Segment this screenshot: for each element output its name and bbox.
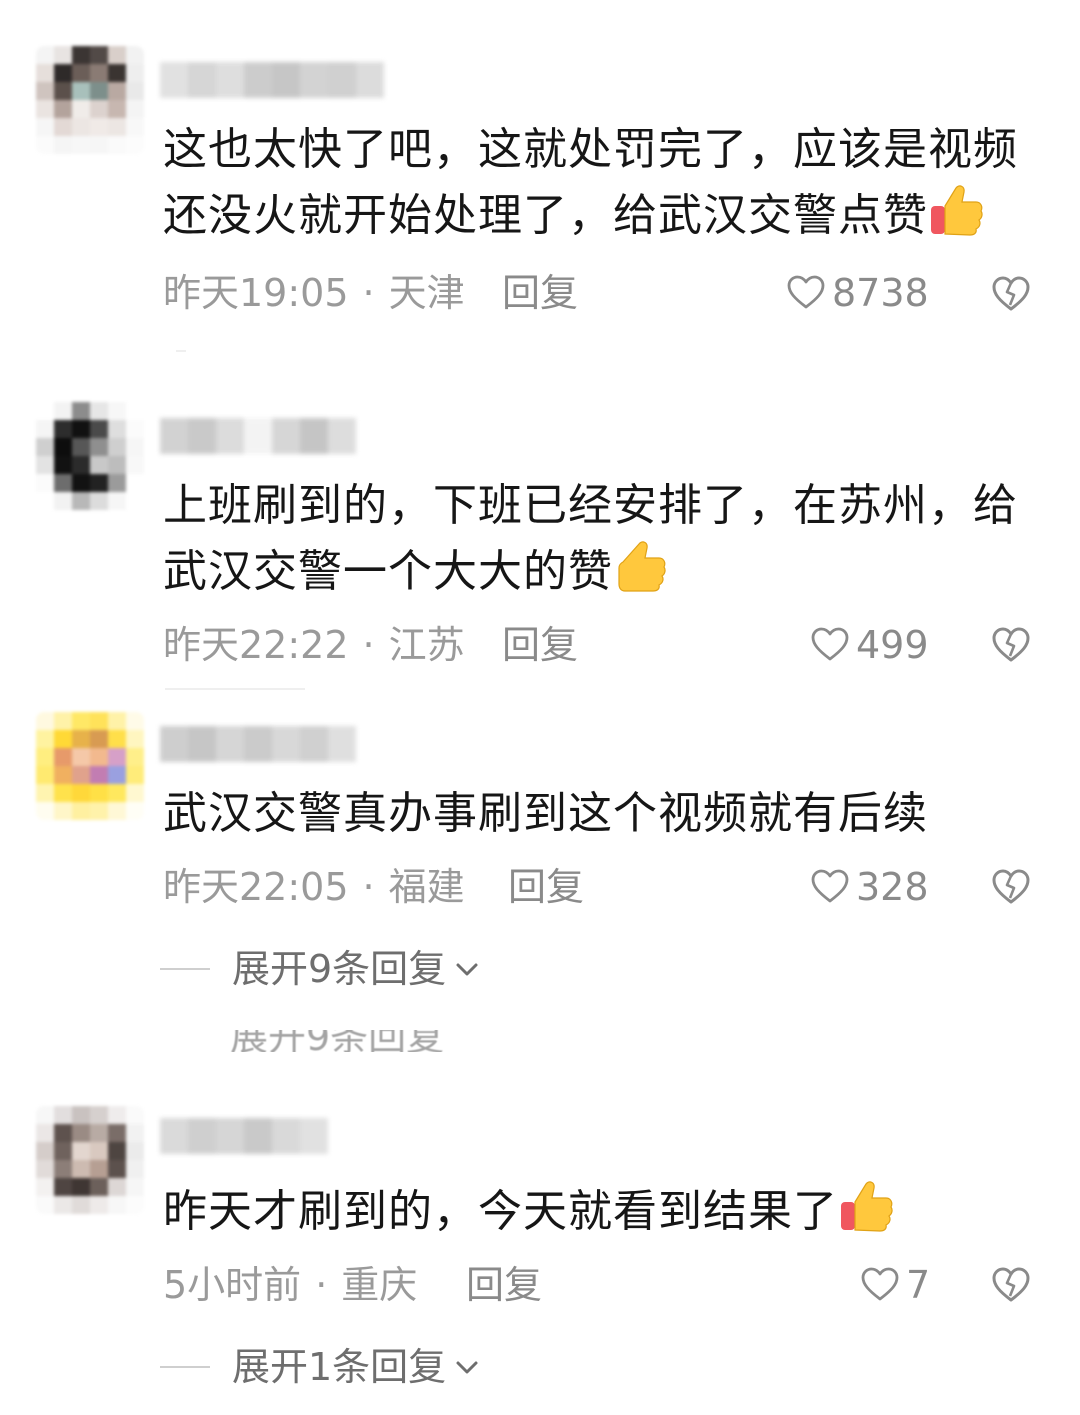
like-count: 7 <box>906 1263 931 1307</box>
divider <box>165 688 305 690</box>
username-blurred[interactable] <box>160 1118 328 1154</box>
username-blurred[interactable] <box>160 418 356 454</box>
chevron-down-icon <box>456 963 478 976</box>
divider <box>176 350 186 352</box>
comment-text: 这也太快了吧，这就处罚完了，应该是视频还没火就开始处理了，给武汉交警点赞 <box>163 124 1018 241</box>
avatar[interactable] <box>36 46 144 154</box>
thumbs-up-icon <box>613 538 669 594</box>
like-count: 8738 <box>832 271 929 315</box>
comment-location: 江苏 <box>388 623 465 667</box>
like-count: 328 <box>856 865 929 909</box>
expand-divider-line <box>160 1366 210 1368</box>
avatar[interactable] <box>36 712 144 820</box>
meta-separator: · <box>362 623 375 667</box>
comment-location: 福建 <box>388 865 465 909</box>
comment-text: 昨天才刷到的，今天就看到结果了 <box>163 1178 1033 1244</box>
avatar[interactable] <box>36 402 144 510</box>
comment-meta: 昨天19:05 · 天津 <box>163 268 465 318</box>
comment-meta: 5小时前 · 重庆 <box>163 1260 417 1310</box>
comment-location: 天津 <box>388 271 465 315</box>
expand-replies-label: 展开9条回复 <box>232 947 447 991</box>
comment-time: 5小时前 <box>163 1263 302 1307</box>
thumbs-up-icon <box>838 1178 894 1234</box>
comment-text: 上班刷到的，下班已经安排了，在苏州，给武汉交警一个大大的赞 <box>163 480 1018 597</box>
reply-button[interactable]: 回复 <box>508 862 584 912</box>
meta-separator: · <box>362 271 375 315</box>
dislike-icon[interactable] <box>990 273 1032 315</box>
comment-time: 昨天22:22 <box>163 623 349 667</box>
dislike-icon[interactable] <box>990 624 1032 666</box>
heart-icon <box>811 869 849 903</box>
comment-time: 昨天19:05 <box>163 271 349 315</box>
heart-icon <box>787 275 825 309</box>
expand-replies-label: 展开1条回复 <box>232 1345 447 1389</box>
reply-button[interactable]: 回复 <box>502 620 578 670</box>
heart-icon <box>811 627 849 661</box>
comment-time: 昨天22:05 <box>163 865 349 909</box>
reply-button[interactable]: 回复 <box>502 268 578 318</box>
dislike-icon[interactable] <box>990 866 1032 908</box>
meta-separator: · <box>362 865 375 909</box>
chevron-down-icon <box>456 1361 478 1374</box>
comment-location: 重庆 <box>341 1263 418 1307</box>
username-blurred[interactable] <box>160 726 356 762</box>
expand-replies-button[interactable]: 展开9条回复 <box>160 944 482 994</box>
meta-separator: · <box>315 1263 328 1307</box>
like-button[interactable]: 328 <box>810 862 929 912</box>
comment-meta: 昨天22:05 · 福建 <box>163 862 465 912</box>
username-blurred[interactable] <box>160 62 384 98</box>
reply-button[interactable]: 回复 <box>466 1260 542 1310</box>
like-button[interactable]: 8738 <box>786 268 929 318</box>
comment-text: 武汉交警真办事刷到这个视频就有后续 <box>163 788 928 839</box>
heart-icon <box>861 1267 899 1301</box>
comment-meta: 昨天22:22 · 江苏 <box>163 620 465 670</box>
thumbs-up-icon <box>928 182 984 238</box>
expand-replies-button[interactable]: 展开1条回复 <box>160 1342 482 1392</box>
cropped-text-artifact: 展开9条回复 <box>230 1030 445 1052</box>
expand-divider-line <box>160 968 210 970</box>
like-button[interactable]: 499 <box>810 620 929 670</box>
dislike-icon[interactable] <box>990 1264 1032 1306</box>
like-button[interactable]: 7 <box>860 1260 930 1310</box>
avatar[interactable] <box>36 1106 144 1214</box>
like-count: 499 <box>856 623 929 667</box>
